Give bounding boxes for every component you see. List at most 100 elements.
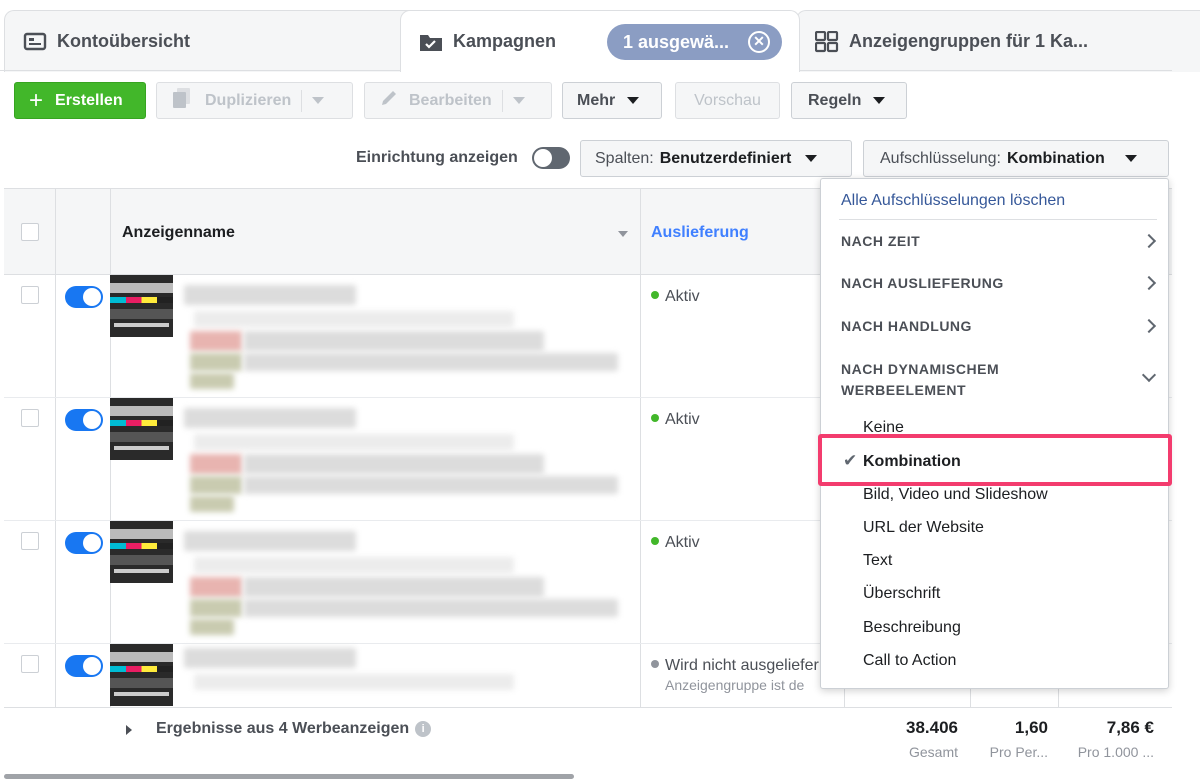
redacted-preview bbox=[190, 619, 234, 635]
rules-button[interactable]: Regeln bbox=[791, 82, 907, 119]
option-image-video-slideshow[interactable]: Bild, Video und Slideshow bbox=[863, 486, 1048, 504]
clear-breakdowns-link[interactable]: Alle Aufschlüsselungen löschen bbox=[841, 192, 1065, 210]
option-text[interactable]: Text bbox=[863, 552, 892, 570]
divider bbox=[839, 219, 1157, 220]
breakdown-value: Kombination bbox=[1006, 149, 1105, 167]
duplicate-button[interactable]: Duplizieren bbox=[156, 82, 353, 119]
option-description[interactable]: Beschreibung bbox=[863, 619, 961, 637]
option-call-to-action[interactable]: Call to Action bbox=[863, 652, 956, 670]
section-label: NACH DYNAMISCHEM bbox=[841, 361, 1000, 377]
plus-icon: + bbox=[29, 86, 44, 114]
tab-ad-groups[interactable]: Anzeigengruppen für 1 Ka... bbox=[796, 10, 1200, 72]
create-button-label: Erstellen bbox=[55, 91, 123, 109]
ad-toggle[interactable] bbox=[65, 286, 103, 308]
columns-value: Benutzerdefiniert bbox=[659, 149, 792, 167]
breakdown-button[interactable]: Aufschlüsselung: Kombination bbox=[863, 140, 1169, 177]
ad-thumbnail[interactable] bbox=[110, 275, 173, 337]
redacted-preview bbox=[190, 373, 234, 389]
selection-chip[interactable]: 1 ausgewä... ✕ bbox=[607, 24, 782, 60]
pencil-icon bbox=[379, 88, 399, 113]
selection-chip-label: 1 ausgewä... bbox=[623, 31, 730, 52]
results-summary-label: Ergebnisse aus 4 Werbeanzeigen i bbox=[156, 720, 432, 738]
delivery-status-text: Aktiv bbox=[665, 288, 700, 305]
ad-thumbnail[interactable] bbox=[110, 521, 173, 583]
status-dot bbox=[651, 536, 659, 545]
option-headline[interactable]: Überschrift bbox=[863, 585, 940, 603]
row-checkbox[interactable] bbox=[21, 409, 39, 427]
redacted-ad-name bbox=[194, 434, 514, 450]
redacted-preview bbox=[190, 577, 242, 597]
expand-caret-icon[interactable] bbox=[126, 725, 132, 735]
redacted-preview bbox=[244, 476, 618, 494]
folder-check-icon bbox=[419, 31, 443, 53]
create-button[interactable]: + Erstellen bbox=[14, 82, 146, 119]
redacted-preview bbox=[190, 454, 242, 474]
metric-total: 38.406 Gesamt bbox=[906, 718, 958, 760]
redacted-ad-name bbox=[184, 285, 356, 305]
column-header-delivery[interactable]: Auslieferung bbox=[651, 224, 749, 242]
chevron-right-icon bbox=[1141, 233, 1157, 249]
close-icon[interactable]: ✕ bbox=[748, 31, 770, 53]
results-summary-row: Ergebnisse aus 4 Werbeanzeigen i 38.406 G… bbox=[4, 707, 1172, 779]
chevron-down-icon bbox=[1141, 367, 1157, 383]
row-checkbox[interactable] bbox=[21, 532, 39, 550]
columns-button[interactable]: Spalten: Benutzerdefiniert bbox=[580, 140, 852, 177]
redacted-preview bbox=[244, 353, 618, 371]
section-label: NACH HANDLUNG bbox=[841, 318, 972, 334]
setup-label: Einrichtung anzeigen bbox=[356, 149, 518, 166]
chevron-down-icon bbox=[873, 97, 886, 104]
chevron-down-icon bbox=[805, 155, 818, 162]
select-all-checkbox[interactable] bbox=[21, 223, 39, 241]
redacted-ad-name bbox=[194, 311, 514, 327]
metric-value: 38.406 bbox=[906, 718, 958, 737]
column-header-name[interactable]: Anzeigenname bbox=[122, 224, 235, 242]
account-overview-icon bbox=[23, 31, 47, 53]
ad-toggle[interactable] bbox=[65, 532, 103, 554]
horizontal-scrollbar[interactable] bbox=[4, 774, 574, 779]
delivery-status: Wird nicht ausgeliefer Anzeigengruppe is… bbox=[651, 657, 819, 693]
chevron-down-icon[interactable] bbox=[512, 97, 525, 104]
delivery-status-text: Aktiv bbox=[665, 411, 700, 428]
section-label: NACH ZEIT bbox=[841, 233, 921, 249]
section-label: WERBEELEMENT bbox=[841, 382, 966, 398]
redacted-preview bbox=[244, 454, 544, 474]
more-button[interactable]: Mehr bbox=[562, 82, 662, 119]
edit-button[interactable]: Bearbeiten bbox=[364, 82, 552, 119]
option-website-url[interactable]: URL der Website bbox=[863, 519, 984, 537]
delivery-status-text: Wird nicht ausgeliefer bbox=[665, 657, 819, 674]
tab-bar: Kontoübersicht Kampagnen 1 ausgewä... ✕ … bbox=[0, 0, 1200, 72]
chevron-right-icon bbox=[1141, 275, 1157, 291]
redacted-ad-name bbox=[194, 674, 514, 690]
setup-toggle[interactable] bbox=[532, 147, 570, 169]
ad-toggle[interactable] bbox=[65, 655, 103, 677]
redacted-preview bbox=[244, 599, 618, 617]
row-checkbox[interactable] bbox=[21, 286, 39, 304]
tab-account-overview[interactable]: Kontoübersicht bbox=[4, 10, 424, 72]
chevron-down-icon bbox=[1124, 155, 1137, 162]
ad-toggle[interactable] bbox=[65, 409, 103, 431]
ad-thumbnail[interactable] bbox=[110, 644, 173, 706]
tab-campaigns[interactable]: Kampagnen 1 ausgewä... ✕ bbox=[400, 10, 800, 72]
duplicate-icon bbox=[171, 87, 195, 114]
redacted-preview bbox=[190, 353, 242, 371]
metric-value: 1,60 bbox=[1014, 718, 1048, 737]
chevron-down-icon[interactable] bbox=[312, 97, 325, 104]
edit-button-label: Bearbeiten bbox=[409, 91, 492, 109]
delivery-status-text: Aktiv bbox=[665, 534, 700, 551]
preview-button[interactable]: Vorschau bbox=[675, 82, 780, 119]
separator bbox=[501, 89, 503, 112]
info-icon[interactable]: i bbox=[415, 720, 432, 737]
status-dot bbox=[651, 290, 659, 299]
ad-thumbnail[interactable] bbox=[110, 398, 173, 460]
metric-value: 7,86 € bbox=[1106, 718, 1154, 737]
metric-label: Pro 1.000 ... bbox=[1077, 744, 1154, 760]
row-checkbox[interactable] bbox=[21, 655, 39, 673]
sort-icon[interactable] bbox=[618, 231, 628, 237]
redacted-preview bbox=[244, 331, 544, 351]
columns-prefix: Spalten: bbox=[595, 149, 654, 167]
status-dot bbox=[651, 413, 659, 422]
redacted-ad-name bbox=[184, 531, 356, 551]
status-dot bbox=[651, 659, 659, 668]
redacted-ad-name bbox=[194, 557, 514, 573]
chevron-down-icon bbox=[627, 97, 640, 104]
